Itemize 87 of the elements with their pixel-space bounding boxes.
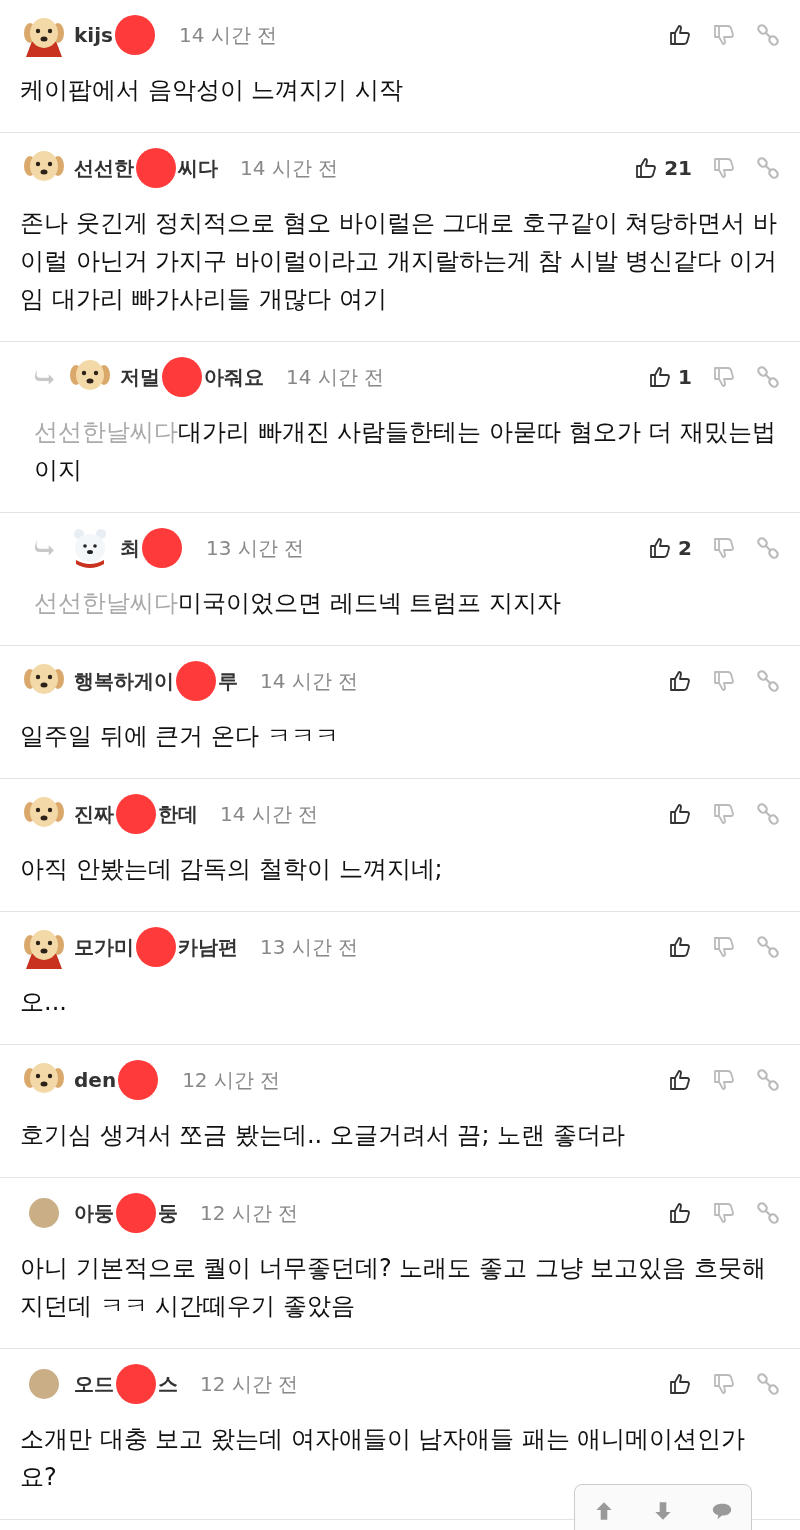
redaction-dot [142,528,182,568]
redaction-dot [114,15,155,55]
dislike-icon[interactable] [712,536,736,560]
link-icon[interactable] [756,935,780,959]
timestamp: 14 시간 전 [286,363,385,391]
like-button[interactable]: 21 [634,156,692,180]
user-name[interactable]: 오드 [74,1370,114,1398]
thumbs-up-icon [648,365,673,389]
user-name[interactable]: 저멀 [120,363,160,391]
user-name[interactable]: 선선한 [74,154,134,182]
user-name[interactable]: 최 [120,534,140,562]
like-button[interactable] [668,669,692,693]
timestamp: 12 시간 전 [200,1370,299,1398]
link-icon[interactable] [756,802,780,826]
dislike-icon[interactable] [712,1372,736,1396]
dislike-icon[interactable] [712,23,736,47]
comment-text: 선선한날씨다대가리 빠개진 사람들한테는 아묻따 혐오가 더 재밌는법이지 [34,417,777,486]
timestamp: 14 시간 전 [220,800,319,828]
link-icon[interactable] [756,536,780,560]
dislike-icon[interactable] [712,802,736,826]
comment-text: 아직 안봤는데 감독의 철학이 느껴지네; [20,854,444,885]
timestamp: 13 시간 전 [206,534,305,562]
link-icon[interactable] [756,1372,780,1396]
thumbs-up-icon [668,935,692,959]
comment-text: 아니 기본적으로 퀄이 너무좋던데? 노래도 좋고 그냥 보고있음 흐뭇해지던데 ㅋㅋ 시간떼우기 좋았음 [20,1253,767,1322]
like-button[interactable] [668,1201,692,1225]
thumbs-up-icon [668,802,692,826]
link-icon[interactable] [756,365,780,389]
timestamp: 14 시간 전 [260,667,359,695]
timestamp: 14 시간 전 [240,154,339,182]
comment-text: 선선한날씨다미국이었으면 레드넥 트럼프 지지자 [34,588,562,619]
user-name[interactable]: 아줘요 [204,363,264,391]
link-icon[interactable] [756,1201,780,1225]
redaction-dot [162,357,202,397]
timestamp: 12 시간 전 [182,1066,281,1094]
thumbs-up-icon [668,1201,692,1225]
dislike-icon[interactable] [712,156,736,180]
redaction-dot [136,148,176,188]
redaction-dot [116,794,156,834]
user-name[interactable]: den [74,1068,117,1092]
dislike-icon[interactable] [712,935,736,959]
comment-text: 호기심 생겨서 쪼금 봤는데.. 오글거려서 끔; 노랜 좋더라 [20,1120,626,1151]
like-button[interactable]: 2 [648,536,692,560]
user-name[interactable]: kijs [74,23,113,47]
like-button[interactable] [668,1372,692,1396]
link-icon[interactable] [756,669,780,693]
comment-text: 일주일 뒤에 큰거 온다 ㅋㅋㅋ [20,721,340,752]
link-icon[interactable] [756,1068,780,1092]
user-name[interactable]: 스 [158,1370,178,1398]
comment-text: 존나 웃긴게 정치적으로 혐오 바이럴은 그대로 호구같이 쳐당하면서 바이럴 아닌거 가지구 바이럴이라고 개지랄하는게 참 시발 병신같다 이거임 대가리 빠가사리들 개많다 여기 [20,208,779,315]
like-button[interactable] [668,935,692,959]
comment-text: 소개만 대충 보고 왔는데 여자애들이 남자애들 패는 애니메이션인가요? [20,1424,747,1493]
redaction-dot [136,927,176,967]
like-button[interactable] [668,802,692,826]
link-icon[interactable] [756,156,780,180]
comment-text: 케이팝에서 음악성이 느껴지기 시작 [20,75,404,106]
redaction-dot [116,1364,156,1404]
thumbs-up-icon [668,23,692,47]
user-name[interactable]: 둥 [158,1199,178,1227]
user-name[interactable]: 씨다 [178,154,218,182]
like-button[interactable]: 1 [648,365,692,389]
user-name[interactable]: 아둥 [74,1199,114,1227]
user-name[interactable]: 한데 [158,800,198,828]
user-name[interactable]: 루 [218,667,238,695]
thumbs-up-icon [668,1372,692,1396]
like-button[interactable] [668,23,692,47]
thumbs-up-icon [648,536,673,560]
user-name[interactable]: 행복하게이 [74,667,174,695]
redaction-dot [118,1060,159,1100]
thumbs-up-icon [634,156,659,180]
redaction-dot [116,1193,156,1233]
redaction-dot [176,661,216,701]
dislike-icon[interactable] [712,1068,736,1092]
user-name[interactable]: 모가미 [74,933,134,961]
thumbs-up-icon [668,669,692,693]
timestamp: 13 시간 전 [260,933,359,961]
dislike-icon[interactable] [712,365,736,389]
user-name[interactable]: 카남편 [178,933,238,961]
link-icon[interactable] [756,23,780,47]
like-button[interactable] [668,1068,692,1092]
dislike-icon[interactable] [712,669,736,693]
comment-text: 오... [20,987,68,1018]
timestamp: 14 시간 전 [178,21,278,49]
thumbs-up-icon [668,1068,692,1092]
timestamp: 12 시간 전 [200,1199,299,1227]
dislike-icon[interactable] [712,1201,736,1225]
user-name[interactable]: 진짜 [74,800,114,828]
